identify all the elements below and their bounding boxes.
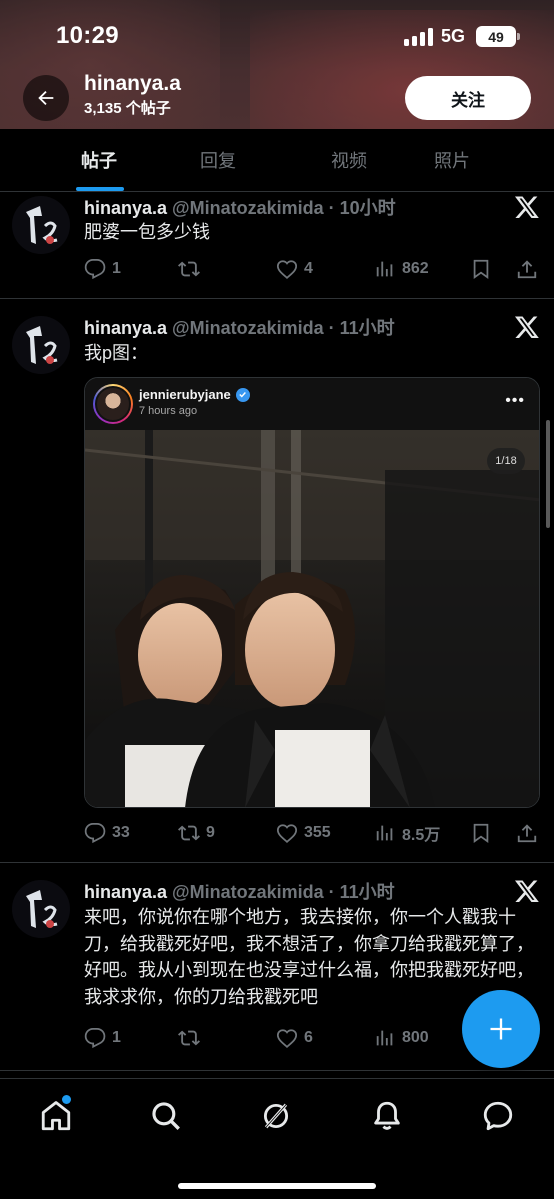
- reply-icon: [84, 258, 106, 280]
- heart-icon: [276, 260, 298, 279]
- tab-posts[interactable]: 帖子: [0, 129, 200, 191]
- like-count: 355: [304, 824, 331, 841]
- views-chart-icon: [376, 261, 393, 277]
- reply-count: 1: [112, 260, 121, 277]
- battery-icon: 49: [476, 26, 520, 47]
- tweet-actions: 1 4 862: [84, 256, 544, 282]
- share-icon: [517, 824, 537, 843]
- views-button[interactable]: 800: [374, 1025, 429, 1051]
- repost-icon: [178, 1030, 200, 1046]
- embedded-instagram-post[interactable]: jennierubyjane 7 hours ago ••• 1/18: [84, 377, 540, 808]
- bell-icon[interactable]: [370, 1099, 404, 1133]
- tab-replies[interactable]: 回复: [200, 129, 280, 191]
- avatar[interactable]: [12, 316, 70, 374]
- reply-icon: [84, 1027, 106, 1049]
- view-count: 8.5万: [402, 827, 441, 844]
- scrollbar[interactable]: [546, 420, 550, 528]
- views-button[interactable]: 8.5万: [374, 820, 440, 846]
- status-bar: 10:29 5G 49: [0, 0, 554, 74]
- photo-counter: 1/18: [487, 448, 525, 474]
- battery-level: 49: [488, 28, 504, 45]
- like-button[interactable]: 6: [276, 1025, 313, 1051]
- compose-post-button[interactable]: [462, 990, 540, 1068]
- x-logo-icon: [514, 316, 539, 339]
- like-button[interactable]: 4: [276, 256, 313, 282]
- reply-button[interactable]: 1: [84, 256, 121, 282]
- post-photo[interactable]: 1/18: [85, 430, 539, 807]
- plus-icon: [490, 1018, 512, 1040]
- signal-icon: [404, 28, 434, 46]
- reply-count: 1: [112, 1029, 121, 1046]
- tweet-text: 我p图：: [84, 343, 149, 363]
- profile-tabs: 帖子 回复 视频 照片: [0, 129, 554, 192]
- bookmark-button[interactable]: [470, 256, 492, 282]
- author-handle-time: @Minatozakimida · 10小时: [172, 198, 396, 218]
- back-button[interactable]: [23, 75, 69, 121]
- tweet-text: 来吧，你说你在哪个地方，我去接你，你一个人戳我十刀，给我戳死好吧，我不想活了，你…: [84, 907, 534, 1007]
- reply-button[interactable]: 1: [84, 1025, 121, 1051]
- profile-name: hinanya.a: [84, 72, 181, 95]
- instagram-username: jennierubyjane: [139, 387, 231, 402]
- network-label: 5G: [441, 26, 466, 46]
- bookmark-icon: [473, 259, 489, 279]
- heart-icon: [276, 824, 298, 843]
- home-indicator: [178, 1183, 376, 1189]
- bottom-navigation: [0, 1078, 554, 1199]
- tweet-actions: 33 9 355 8.5万: [84, 820, 544, 846]
- share-icon: [517, 260, 537, 279]
- author-handle-time: @Minatozakimida · 11小时: [172, 318, 395, 338]
- tab-videos[interactable]: 视频: [280, 129, 418, 191]
- bookmark-icon: [473, 823, 489, 843]
- repost-button[interactable]: [178, 1025, 206, 1051]
- views-chart-icon: [376, 1030, 393, 1046]
- grok-icon[interactable]: [259, 1099, 293, 1133]
- message-icon[interactable]: [481, 1099, 515, 1133]
- repost-icon: [178, 825, 200, 841]
- like-count: 6: [304, 1029, 313, 1046]
- avatar[interactable]: [12, 880, 70, 938]
- view-count: 862: [402, 260, 429, 277]
- status-time: 10:29: [56, 22, 119, 49]
- search-icon[interactable]: [149, 1099, 183, 1133]
- tweet[interactable]: hinanya.a @Minatozakimida · 10小时 肥婆一包多少钱…: [0, 192, 554, 299]
- tweet-text: 肥婆一包多少钱: [84, 222, 210, 242]
- reply-button[interactable]: 33: [84, 820, 130, 846]
- like-button[interactable]: 355: [276, 820, 331, 846]
- bookmark-button[interactable]: [470, 820, 492, 846]
- repost-button[interactable]: [178, 256, 206, 282]
- avatar[interactable]: [12, 196, 70, 254]
- author-name[interactable]: hinanya.a: [84, 198, 167, 218]
- instagram-avatar: [93, 384, 133, 424]
- x-logo-icon: [514, 880, 539, 903]
- repost-button[interactable]: 9: [178, 820, 215, 846]
- repost-count: 9: [206, 824, 215, 841]
- views-button[interactable]: 862: [374, 256, 429, 282]
- notification-dot: [62, 1095, 71, 1104]
- embed-header: jennierubyjane 7 hours ago •••: [85, 378, 539, 430]
- view-count: 800: [402, 1029, 429, 1046]
- tab-photos[interactable]: 照片: [418, 129, 554, 191]
- like-count: 4: [304, 260, 313, 277]
- reply-icon: [84, 822, 106, 844]
- author-handle-time: @Minatozakimida · 11小时: [172, 882, 395, 902]
- instagram-post-time: 7 hours ago: [139, 405, 198, 417]
- views-chart-icon: [376, 825, 393, 841]
- arrow-left-icon: [38, 90, 54, 106]
- verified-badge-icon: [235, 387, 250, 402]
- more-options-icon[interactable]: •••: [505, 392, 525, 410]
- share-button[interactable]: [516, 820, 538, 846]
- repost-icon: [178, 261, 200, 277]
- x-logo-icon: [514, 196, 539, 219]
- follow-button[interactable]: 关注: [405, 76, 531, 120]
- heart-icon: [276, 1029, 298, 1048]
- author-name[interactable]: hinanya.a: [84, 318, 167, 338]
- post-count: 3,135 个帖子: [84, 100, 171, 117]
- home-icon[interactable]: [39, 1099, 73, 1133]
- author-name[interactable]: hinanya.a: [84, 882, 167, 902]
- tweet[interactable]: hinanya.a @Minatozakimida · 11小时 我p图： je…: [0, 299, 554, 863]
- reply-count: 33: [112, 824, 130, 841]
- share-button[interactable]: [516, 256, 538, 282]
